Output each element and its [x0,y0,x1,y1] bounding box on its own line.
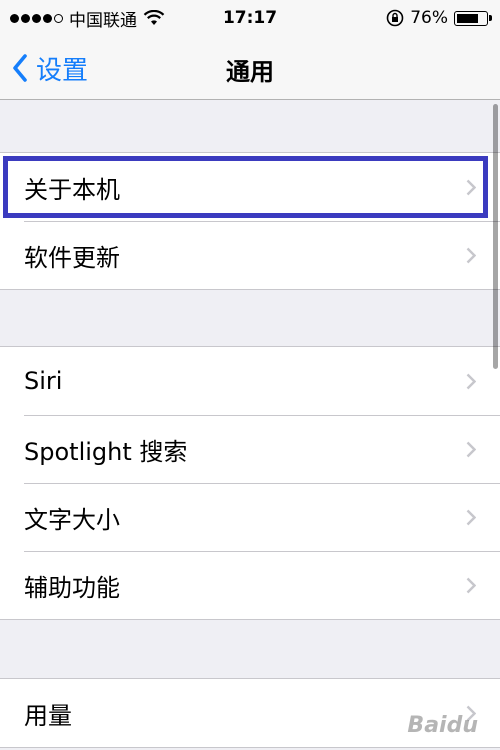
signal-strength-icon [10,13,63,23]
watermark-logo: Baidu [407,713,478,738]
signal-dot [21,13,30,23]
settings-group-2: Siri Spotlight 搜索 文字大小 辅助功能 [0,346,500,620]
row-label: 用量 [24,701,72,730]
row-about[interactable]: 关于本机 [0,153,500,221]
chevron-right-icon [466,577,476,594]
row-label: Siri [24,367,63,395]
settings-group-1: 关于本机 软件更新 [0,152,500,290]
row-siri[interactable]: Siri [0,347,500,415]
row-label: Spotlight 搜索 [24,437,188,466]
battery-icon [454,10,492,26]
row-text-size[interactable]: 文字大小 [0,483,500,551]
row-label: 辅助功能 [24,573,120,602]
chevron-right-icon [466,441,476,458]
status-bar: 中国联通 17:17 76% [0,0,500,36]
scrollbar[interactable] [493,104,498,369]
row-software-update[interactable]: 软件更新 [0,221,500,289]
signal-dot [32,13,41,23]
row-label: 关于本机 [24,175,120,204]
back-button[interactable]: 设置 [12,48,88,88]
carrier-name: 中国联通 [69,10,137,31]
chevron-right-icon [466,509,476,526]
battery-percent: 76% [410,8,448,28]
back-label: 设置 [36,55,89,86]
chevron-right-icon [466,247,476,264]
row-accessibility[interactable]: 辅助功能 [0,551,500,619]
row-label: 文字大小 [24,505,120,534]
navigation-bar: 设置 通用 [0,36,500,100]
signal-dot [43,13,52,23]
status-left: 中国联通 [0,6,165,31]
row-spotlight[interactable]: Spotlight 搜索 [0,415,500,483]
signal-dot [54,13,63,23]
signal-dot [10,13,19,23]
row-label: 软件更新 [24,243,120,272]
wifi-icon [143,10,165,25]
battery-fill [457,13,479,23]
chevron-right-icon [466,373,476,390]
status-right: 76% [386,8,500,28]
chevron-right-icon [466,179,476,196]
chevron-left-icon [13,54,27,82]
rotation-lock-icon [386,9,404,27]
